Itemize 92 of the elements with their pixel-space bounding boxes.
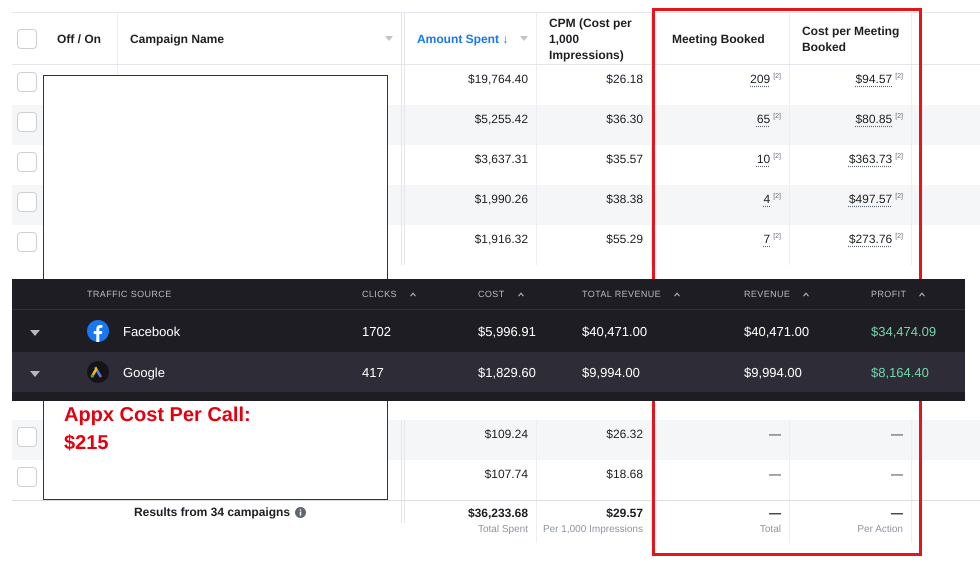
- amount-spent: $109.24: [484, 427, 528, 441]
- meetings-booked[interactable]: 7: [764, 232, 770, 246]
- total-caption: Total Spent: [478, 524, 528, 535]
- total-caption: Per Action: [857, 524, 903, 535]
- google-ads-logo-icon: [87, 361, 109, 383]
- expand-caret-icon[interactable]: [30, 370, 40, 376]
- column-header[interactable]: CLICKS: [362, 289, 417, 299]
- caret-icon[interactable]: [520, 36, 528, 41]
- expand-caret-icon[interactable]: [30, 330, 40, 336]
- footnote-mark: [2]: [773, 113, 781, 120]
- column-header: TRAFFIC SOURCE: [87, 289, 172, 299]
- total-revenue-value: $9,994.00: [582, 364, 640, 380]
- footnote-mark: [2]: [773, 73, 781, 80]
- total-cost-per-meeting: —: [891, 506, 903, 520]
- results-summary: Results from 34 campaigns: [134, 505, 290, 519]
- footnote-mark: [2]: [773, 233, 781, 240]
- total-meetings: —: [769, 506, 781, 520]
- total-caption: Per 1,000 Impressions: [542, 524, 643, 535]
- cpm-value: $35.57: [606, 152, 643, 166]
- column-header[interactable]: CPM (Cost per 1,000 Impressions): [549, 14, 643, 62]
- row-checkbox[interactable]: [17, 232, 37, 252]
- amount-spent: $5,255.42: [474, 112, 528, 126]
- facebook-logo-icon: [87, 320, 109, 342]
- profit-value: $8,164.40: [871, 364, 929, 380]
- column-header[interactable]: Meeting Booked: [672, 30, 781, 46]
- row-checkbox[interactable]: [17, 72, 37, 92]
- meetings-booked[interactable]: 209: [750, 72, 770, 86]
- info-icon[interactable]: [295, 506, 306, 518]
- total-spent: $36,233.68: [468, 506, 528, 520]
- column-header[interactable]: REVENUE: [744, 289, 810, 299]
- sort-icon[interactable]: [802, 292, 810, 296]
- revenue-value: $9,994.00: [744, 364, 802, 380]
- row-checkbox[interactable]: [17, 427, 37, 447]
- row-checkbox[interactable]: [17, 112, 37, 132]
- clicks-value: 417: [362, 364, 384, 380]
- cpm-value: $55.29: [606, 232, 643, 246]
- cpm-value: $38.38: [606, 192, 643, 206]
- row-checkbox[interactable]: [17, 467, 37, 487]
- cost-value: $1,829.60: [478, 364, 536, 380]
- cost-per-meeting[interactable]: $273.76: [848, 232, 892, 246]
- row-checkbox[interactable]: [17, 192, 37, 212]
- cost-per-meeting[interactable]: $80.85: [856, 112, 892, 126]
- column-header[interactable]: COST: [478, 289, 525, 299]
- footnote-mark: [2]: [895, 233, 903, 240]
- footnote-mark: [2]: [895, 193, 903, 200]
- cpm-value: $36.30: [606, 112, 643, 126]
- annotation-text: Appx Cost Per Call: $215: [64, 403, 252, 456]
- cpm-value: $26.32: [606, 427, 643, 441]
- sort-icon[interactable]: [408, 292, 417, 296]
- amount-spent: $1,990.26: [474, 192, 528, 206]
- column-header[interactable]: Off / On: [57, 30, 109, 46]
- caret-icon[interactable]: [385, 36, 393, 41]
- cpm-value: $18.68: [606, 467, 643, 481]
- meetings-booked[interactable]: 4: [764, 192, 770, 206]
- column-header[interactable]: Amount Spent ↓: [417, 30, 528, 46]
- column-header[interactable]: Cost per Meeting Booked: [802, 22, 903, 54]
- footnote-mark: [2]: [895, 113, 903, 120]
- total-revenue-value: $40,471.00: [582, 324, 648, 338]
- cost-per-meeting[interactable]: $94.57: [856, 72, 892, 86]
- meetings-booked: —: [769, 427, 781, 441]
- cost-per-meeting: —: [891, 427, 903, 441]
- meetings-booked[interactable]: 65: [756, 112, 770, 126]
- footnote-mark: [2]: [895, 73, 903, 80]
- column-header[interactable]: TOTAL REVENUE: [582, 289, 682, 299]
- sort-icon[interactable]: [516, 292, 525, 296]
- footnote-mark: [2]: [773, 153, 781, 160]
- cost-value: $5,996.91: [478, 324, 536, 338]
- column-header[interactable]: Campaign Name: [130, 30, 393, 46]
- footnote-mark: [2]: [895, 153, 903, 160]
- sort-icon[interactable]: [918, 292, 926, 296]
- revenue-value: $40,471.00: [744, 324, 810, 338]
- cost-per-meeting[interactable]: $363.73: [848, 152, 892, 166]
- clicks-value: 1702: [362, 324, 391, 338]
- cost-per-meeting[interactable]: $497.57: [848, 192, 892, 206]
- source-name: Facebook: [123, 324, 180, 338]
- sort-icon[interactable]: [673, 292, 682, 296]
- row-checkbox[interactable]: [17, 152, 37, 172]
- amount-spent: $107.74: [484, 467, 528, 481]
- total-caption: Total: [760, 524, 781, 535]
- total-cpm: $29.57: [606, 506, 643, 520]
- column-header[interactable]: PROFIT: [871, 289, 926, 299]
- cpm-value: $26.18: [606, 72, 643, 86]
- meetings-booked[interactable]: 10: [756, 152, 770, 166]
- source-name: Google: [123, 364, 165, 380]
- cost-per-meeting: —: [891, 467, 903, 481]
- profit-value: $34,474.09: [871, 324, 936, 338]
- amount-spent: $1,916.32: [474, 232, 528, 246]
- select-all-checkbox[interactable]: [17, 28, 37, 48]
- footnote-mark: [2]: [773, 193, 781, 200]
- amount-spent: $19,764.40: [468, 72, 528, 86]
- meetings-booked: —: [769, 467, 781, 481]
- amount-spent: $3,637.31: [474, 152, 528, 166]
